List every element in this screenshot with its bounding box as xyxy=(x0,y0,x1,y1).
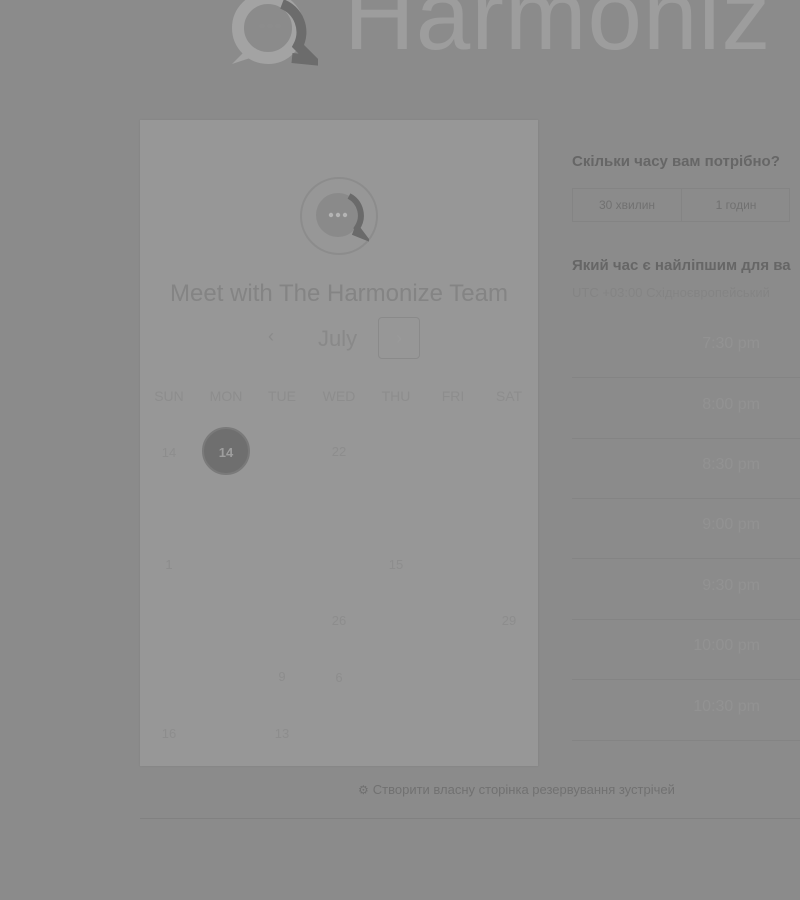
chat-bubble-logo-icon xyxy=(232,0,318,66)
weekday-thu: THU xyxy=(381,388,411,404)
weekday-wed: WED xyxy=(322,388,356,404)
calendar-day[interactable]: 29 xyxy=(481,613,537,628)
booking-page: Harmoniz Meet with The Harmonize Team ‹ … xyxy=(0,0,800,900)
time-slot[interactable]: 9:30 pm xyxy=(572,562,800,620)
weekday-sun: SUN xyxy=(154,388,184,404)
duration-option-30-min[interactable]: 30 хвилин xyxy=(573,189,682,221)
calendar-day-selected[interactable]: 14 xyxy=(202,427,250,475)
calendar-day[interactable]: 1 xyxy=(141,557,197,572)
time-slot[interactable]: 10:30 pm xyxy=(572,683,800,741)
time-slot[interactable]: 8:00 pm xyxy=(572,381,800,439)
duration-tabs: 30 хвилин 1 годин xyxy=(572,188,790,222)
weekday-fri: FRI xyxy=(441,388,465,404)
duration-option-1-hour[interactable]: 1 годин xyxy=(682,189,790,221)
time-slot[interactable]: 10:00 pm xyxy=(572,622,800,680)
avatar xyxy=(300,177,378,255)
meeting-title: Meet with The Harmonize Team xyxy=(170,280,508,307)
calendar-day[interactable]: 9 xyxy=(254,669,310,684)
next-month-button[interactable]: › xyxy=(378,317,420,359)
prev-month-button[interactable]: ‹ xyxy=(268,326,274,347)
calendar-day[interactable]: 14 xyxy=(141,445,197,460)
time-slot[interactable]: 8:30 pm xyxy=(572,441,800,499)
create-booking-page-link[interactable]: ⚙ Створити власну сторінка резервування з… xyxy=(358,782,675,797)
month-label: July xyxy=(318,326,358,351)
weekday-sat: SAT xyxy=(495,388,523,404)
calendar-day[interactable]: 15 xyxy=(368,557,424,572)
calendar-day[interactable]: 26 xyxy=(311,613,367,628)
chat-bubble-avatar-icon xyxy=(316,193,369,242)
duration-heading: Скільки часу вам потрібно? xyxy=(572,153,780,170)
calendar-panel: Meet with The Harmonize Team ‹ July › SU… xyxy=(140,120,538,766)
calendar-day[interactable]: 6 xyxy=(311,670,367,685)
calendar-day[interactable]: 13 xyxy=(254,726,310,741)
create-booking-page-label: Створити власну сторінка резервування зу… xyxy=(372,782,675,797)
time-slot[interactable]: 7:30 pm xyxy=(572,320,800,378)
timezone-selector[interactable]: UTC +03:00 Східноєвропейський xyxy=(572,285,770,300)
time-slot[interactable]: 9:00 pm xyxy=(572,501,800,559)
weekday-tue: TUE xyxy=(268,388,296,404)
calendar-day[interactable]: 16 xyxy=(141,726,197,741)
sprocket-icon: ⚙ xyxy=(358,783,369,797)
calendar-day[interactable]: 22 xyxy=(311,444,367,459)
brand-name: Harmoniz xyxy=(344,0,772,70)
time-heading: Який час є найліпшим для ва xyxy=(572,257,791,274)
weekday-mon: MON xyxy=(209,388,243,404)
